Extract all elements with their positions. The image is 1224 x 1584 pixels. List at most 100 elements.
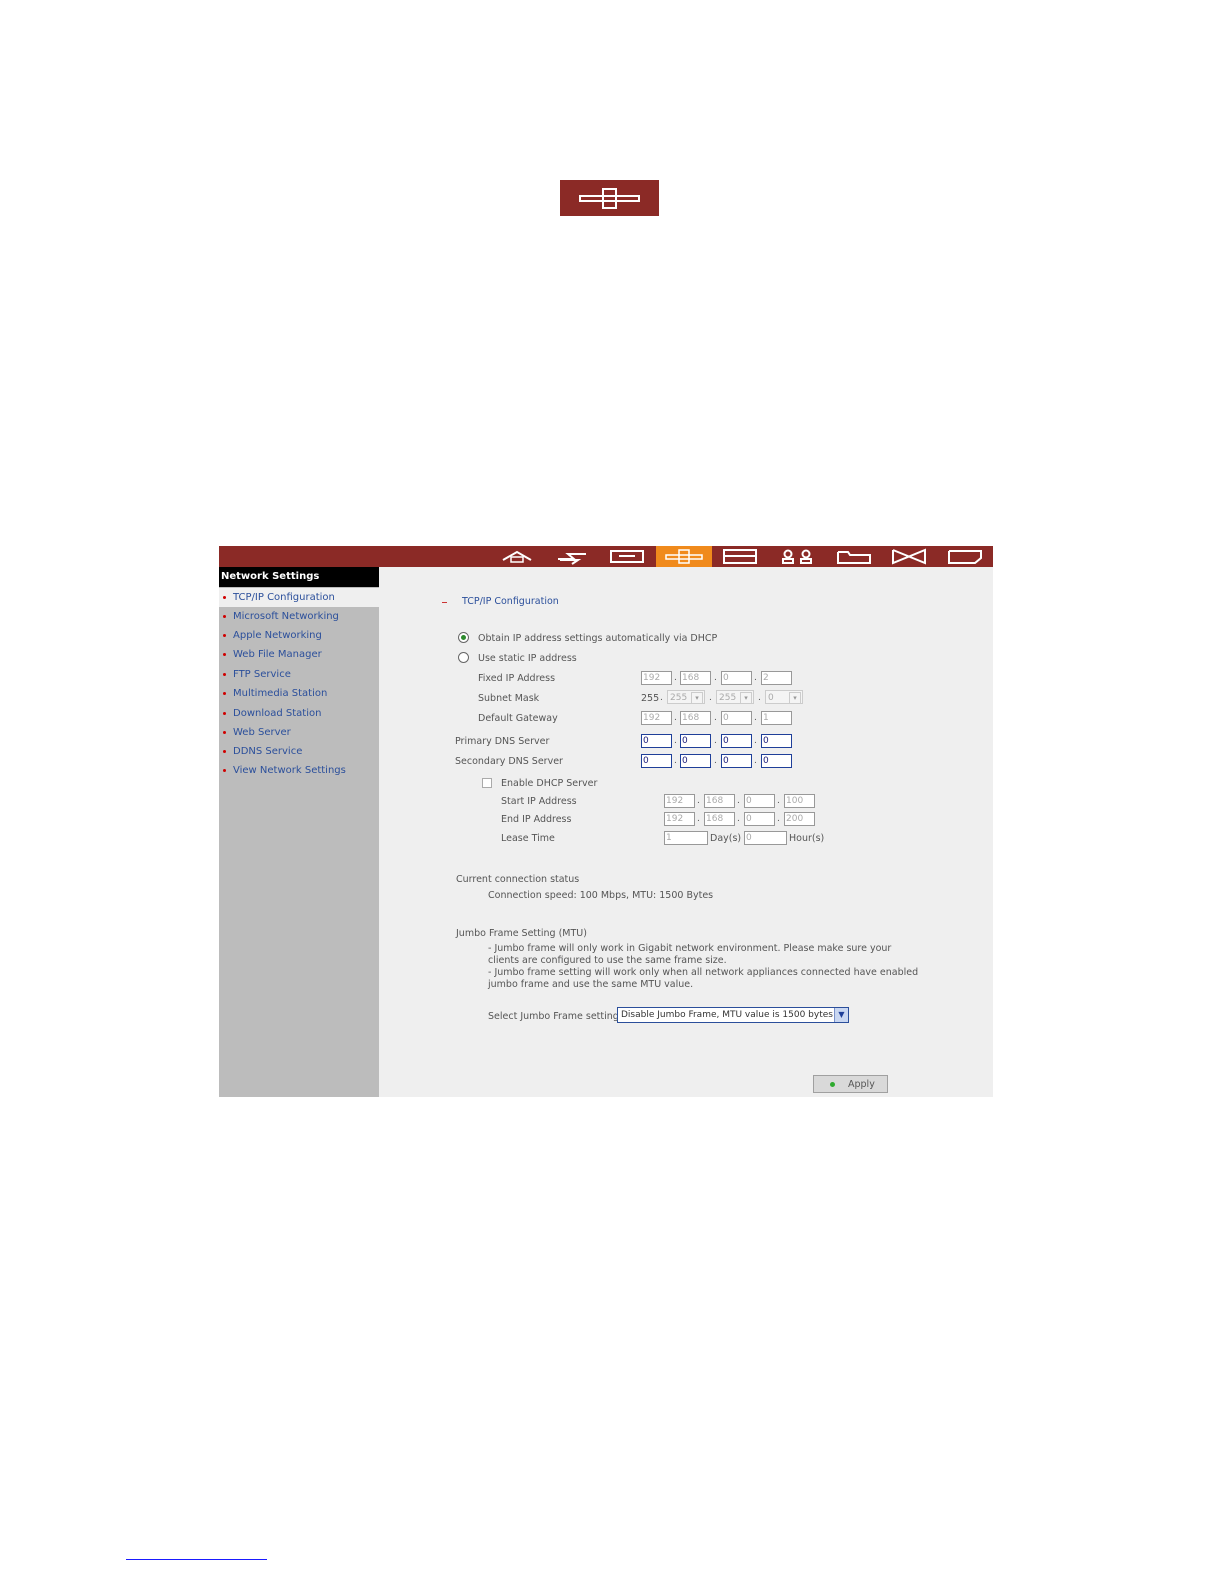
- start-ip-octet-1[interactable]: 192: [664, 794, 695, 808]
- chevron-down-icon: ▾: [691, 692, 703, 704]
- chevron-down-icon: ▾: [740, 692, 752, 704]
- sidebar-item-label: FTP Service: [233, 669, 291, 680]
- fixed-ip-octet-3[interactable]: 0: [721, 671, 752, 685]
- primary-dns-octet-1[interactable]: 0: [641, 734, 672, 748]
- primary-dns-octet-3[interactable]: 0: [721, 734, 752, 748]
- jumbo-note-line: - Jumbo frame will only work in Gigabit …: [488, 943, 892, 954]
- gateway-octet-3[interactable]: 0: [721, 711, 752, 725]
- jumbo-frame-select[interactable]: Disable Jumbo Frame, MTU value is 1500 b…: [617, 1007, 849, 1023]
- start-ip-octet-4[interactable]: 100: [784, 794, 815, 808]
- secondary-dns-octet-1[interactable]: 0: [641, 754, 672, 768]
- bullet-icon: [223, 712, 226, 715]
- jumbo-frame-select-value: Disable Jumbo Frame, MTU value is 1500 b…: [621, 1010, 833, 1020]
- subnet-octet-4-select[interactable]: 0 ▾: [765, 690, 803, 704]
- jumbo-note-line: - Jumbo frame setting will work only whe…: [488, 967, 919, 978]
- folder-icon[interactable]: [826, 546, 882, 567]
- radio-dhcp-label: Obtain IP address settings automatically…: [478, 633, 718, 644]
- tools-icon[interactable]: [881, 546, 937, 567]
- fixed-ip-octet-1[interactable]: 192: [641, 671, 672, 685]
- footnote-separator: [126, 1559, 267, 1560]
- chevron-down-icon: ▾: [789, 692, 801, 704]
- lightning-icon[interactable]: [544, 546, 600, 567]
- lease-hours-input[interactable]: 0: [744, 831, 787, 845]
- sidebar-item-tcpip[interactable]: TCP/IP Configuration: [219, 588, 379, 607]
- sidebar-item-label: DDNS Service: [233, 746, 303, 757]
- sidebar-item-label: Microsoft Networking: [233, 611, 339, 622]
- main-content: TCP/IP Configuration Obtain IP address s…: [379, 567, 993, 1097]
- gateway-octet-4[interactable]: 1: [761, 711, 792, 725]
- sidebar-item-web-server[interactable]: Web Server: [219, 723, 379, 742]
- enable-dhcp-checkbox[interactable]: [482, 778, 492, 788]
- sidebar-item-ftp-service[interactable]: FTP Service: [219, 665, 379, 684]
- enable-dhcp-label: Enable DHCP Server: [501, 778, 598, 789]
- radio-dhcp[interactable]: [458, 632, 469, 643]
- status-dot-icon: [830, 1082, 835, 1087]
- connection-status-label: Current connection status: [456, 874, 580, 885]
- collapse-icon[interactable]: [442, 602, 447, 603]
- network-icon[interactable]: [656, 546, 712, 567]
- sidebar-item-multimedia-station[interactable]: Multimedia Station: [219, 684, 379, 703]
- subnet-octet-1: 255: [641, 693, 660, 704]
- lease-days-input[interactable]: 1: [664, 831, 708, 845]
- subnet-octet-3-select[interactable]: 255 ▾: [716, 690, 754, 704]
- bullet-icon: [223, 673, 226, 676]
- sidebar-item-label: TCP/IP Configuration: [233, 592, 335, 603]
- network-icon: [560, 180, 659, 216]
- primary-dns-label: Primary DNS Server: [455, 736, 550, 747]
- sidebar-item-view-network-settings[interactable]: View Network Settings: [219, 761, 379, 780]
- end-ip-octet-1[interactable]: 192: [664, 812, 695, 826]
- end-ip-octet-3[interactable]: 0: [744, 812, 775, 826]
- start-ip-octet-3[interactable]: 0: [744, 794, 775, 808]
- secondary-dns-octet-2[interactable]: 0: [680, 754, 711, 768]
- sidebar-item-microsoft-networking[interactable]: Microsoft Networking: [219, 607, 379, 626]
- jumbo-frame-title: Jumbo Frame Setting (MTU): [456, 928, 587, 939]
- lease-days-unit: Day(s): [710, 833, 742, 844]
- gateway-octet-1[interactable]: 192: [641, 711, 672, 725]
- primary-dns-octet-2[interactable]: 0: [680, 734, 711, 748]
- jumbo-note-line: jumbo frame and use the same MTU value.: [488, 979, 694, 990]
- radio-static[interactable]: [458, 652, 469, 663]
- gateway-octet-2[interactable]: 168: [680, 711, 711, 725]
- lease-time-label: Lease Time: [501, 833, 555, 844]
- bullet-icon: [223, 750, 226, 753]
- jumbo-select-label: Select Jumbo Frame setting:: [488, 1011, 623, 1022]
- storage-icon[interactable]: [712, 546, 768, 567]
- sidebar-item-web-file-manager[interactable]: Web File Manager: [219, 645, 379, 664]
- sidebar-item-label: Download Station: [233, 708, 322, 719]
- secondary-dns-octet-3[interactable]: 0: [721, 754, 752, 768]
- bullet-icon: [223, 653, 226, 656]
- nas-admin-window: Network Settings TCP/IP Configuration Mi…: [219, 546, 993, 1097]
- sidebar-item-label: View Network Settings: [233, 765, 346, 776]
- start-ip-octet-2[interactable]: 168: [704, 794, 735, 808]
- sidebar-item-label: Multimedia Station: [233, 688, 328, 699]
- sidebar-item-ddns-service[interactable]: DDNS Service: [219, 742, 379, 761]
- fixed-ip-label: Fixed IP Address: [478, 673, 556, 684]
- log-icon[interactable]: [937, 546, 993, 567]
- primary-dns-octet-4[interactable]: 0: [761, 734, 792, 748]
- sidebar-item-apple-networking[interactable]: Apple Networking: [219, 626, 379, 645]
- bullet-icon: [223, 731, 226, 734]
- gateway-label: Default Gateway: [478, 713, 558, 724]
- fixed-ip-octet-2[interactable]: 168: [680, 671, 711, 685]
- subnet-label: Subnet Mask: [478, 693, 540, 704]
- start-ip-label: Start IP Address: [501, 796, 577, 807]
- secondary-dns-label: Secondary DNS Server: [455, 756, 563, 767]
- top-nav-bar: [219, 546, 993, 567]
- sidebar-item-label: Web File Manager: [233, 649, 322, 660]
- chevron-down-icon: ▼: [834, 1008, 848, 1022]
- sidebar-item-download-station[interactable]: Download Station: [219, 704, 379, 723]
- subnet-octet-2-select[interactable]: 255 ▾: [667, 690, 705, 704]
- home-icon[interactable]: [489, 546, 545, 567]
- system-icon[interactable]: [599, 546, 655, 567]
- sidebar-title: Network Settings: [219, 567, 379, 587]
- end-ip-label: End IP Address: [501, 814, 572, 825]
- users-icon[interactable]: [769, 546, 825, 567]
- apply-button[interactable]: Apply: [813, 1075, 888, 1093]
- sidebar: Network Settings TCP/IP Configuration Mi…: [219, 567, 379, 1097]
- end-ip-octet-2[interactable]: 168: [704, 812, 735, 826]
- fixed-ip-octet-4[interactable]: 2: [761, 671, 792, 685]
- bullet-icon: [223, 634, 226, 637]
- end-ip-octet-4[interactable]: 200: [784, 812, 815, 826]
- apply-button-label: Apply: [848, 1079, 875, 1090]
- secondary-dns-octet-4[interactable]: 0: [761, 754, 792, 768]
